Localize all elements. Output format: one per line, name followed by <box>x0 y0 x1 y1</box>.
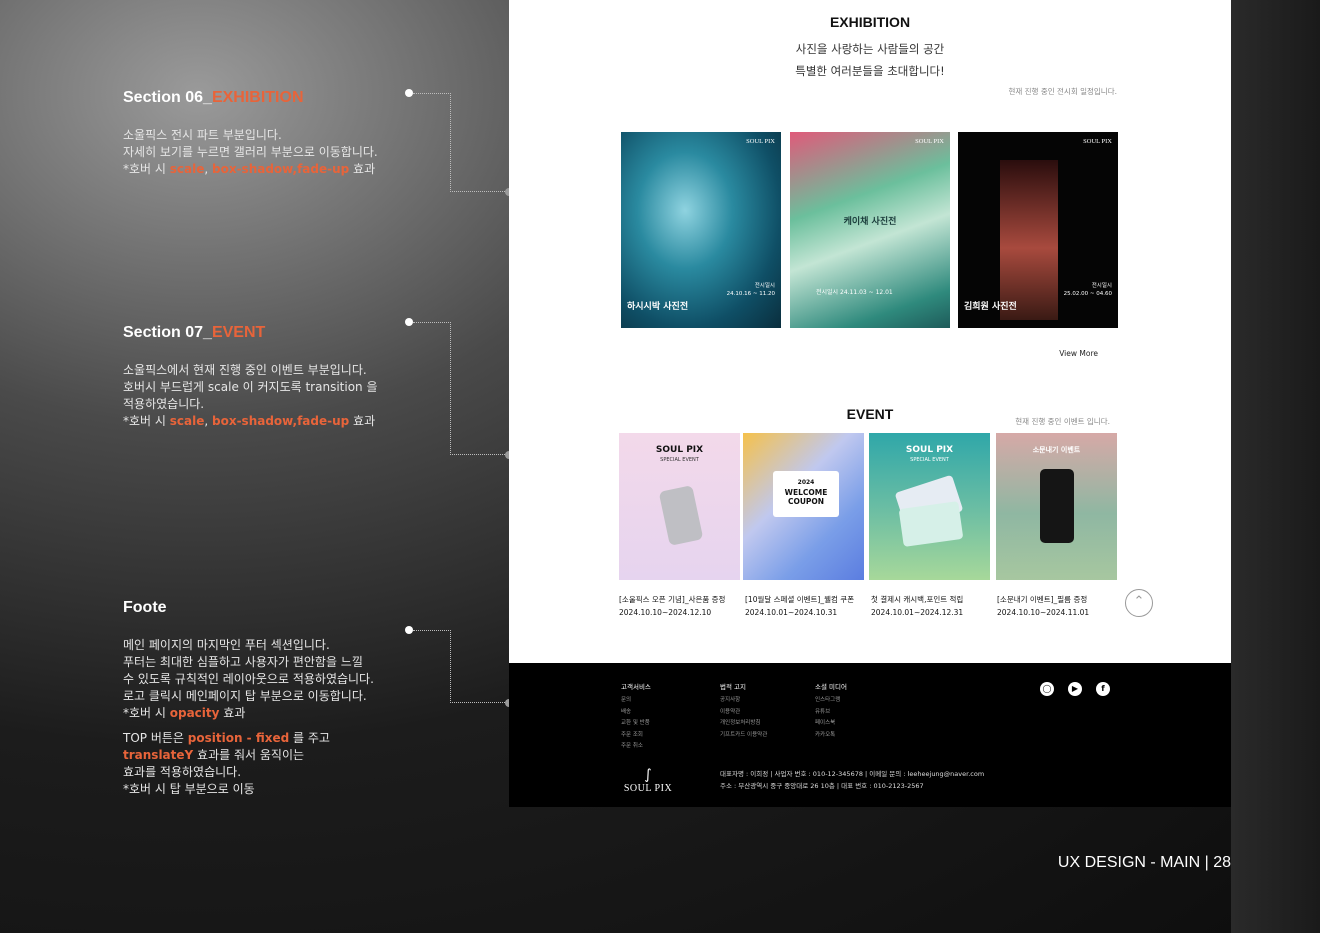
card-illustration <box>898 501 964 547</box>
exhibition-subtitle: 사진을 사랑하는 사람들의 공간 특별한 여러분들을 초대합니다! <box>795 42 945 78</box>
event-title: EVENT <box>846 406 894 422</box>
connector-line <box>450 93 509 192</box>
connector-dot <box>405 89 413 97</box>
chevron-up-icon: ⌃ <box>1133 594 1145 609</box>
right-shade <box>1231 0 1320 933</box>
connector-line <box>413 93 451 192</box>
connector-line <box>450 322 509 455</box>
footer-link[interactable]: 기프트카드 이용약관 <box>720 730 767 742</box>
poster-center-title: 케이채 사진전 <box>843 217 897 227</box>
poster-info: 전시일시 24.11.03 ~ 12.01 <box>816 289 893 296</box>
footer-link[interactable]: 공지사항 <box>720 695 767 707</box>
connector-dot <box>405 626 413 634</box>
footer-logo[interactable]: ∫ SOUL PIX <box>619 767 677 794</box>
annotation-title: Section 07_EVENT <box>123 324 266 341</box>
logo-mark-icon: ∫ <box>644 767 652 783</box>
annotation-section-07: Section 07_EVENT 소울픽스에서 현재 진행 중인 이벤트 부분입… <box>123 324 413 430</box>
poster-title: 하시시박 사진전 <box>627 302 689 312</box>
event-card[interactable]: 2024 WELCOME COUPON <box>743 433 864 580</box>
annotation-section-06: Section 06_EXHIBITION 소울픽스 전시 파트 부분입니다. … <box>123 89 413 178</box>
poster-photo <box>1000 160 1058 320</box>
event-caption[interactable]: 첫 결제시 캐시백,포인트 적립 2024.10.01~2024.12.31 <box>871 593 963 619</box>
event-caption[interactable]: [10월달 스페셜 이벤트]_웰컴 쿠폰 2024.10.01~2024.10.3… <box>745 593 854 619</box>
footer-link[interactable]: 카카오톡 <box>815 730 847 742</box>
footer-col-legal: 법적 고지 공지사항 이용약관 개인정보처리방침 기프트카드 이용약관 <box>720 681 767 741</box>
footer-link[interactable]: 주문 조회 <box>621 730 651 742</box>
event-card-illustration <box>658 485 704 546</box>
footer-link[interactable]: 배송 <box>621 707 651 719</box>
footer-link[interactable]: 인스타그램 <box>815 695 847 707</box>
exhibition-posters: SOUL PIX 전시일시 24.10.16 ~ 11.20 하시시박 사진전 S… <box>621 132 1118 328</box>
annotation-text: 소울픽스 전시 파트 부분입니다. 자세히 보기를 누르면 갤러리 부분으로 이… <box>123 128 378 176</box>
exhibition-poster[interactable]: SOUL PIX 전시일시 24.10.16 ~ 11.20 하시시박 사진전 <box>621 132 781 328</box>
annotation-title: Foote <box>123 599 167 616</box>
event-card-art-title: 소문내기 이벤트 <box>1032 446 1081 454</box>
event-card-art-title: SOUL PIX <box>905 445 954 455</box>
connector-line <box>450 630 509 703</box>
exhibition-note: 현재 진행 중인 전시회 일정입니다. <box>1008 87 1117 96</box>
connector-line <box>413 630 451 703</box>
footer-col-social: 소셜 미디어 인스타그램 유튜브 페이스북 카카오톡 <box>815 681 847 741</box>
annotation-title: Section 06_EXHIBITION <box>123 89 304 106</box>
footer-link[interactable]: 이용약관 <box>720 707 767 719</box>
website-mockup: EXHIBITION 사진을 사랑하는 사람들의 공간 특별한 여러분들을 초대… <box>509 0 1231 663</box>
poster-title: 김희원 사진전 <box>964 302 1017 312</box>
event-card[interactable]: SOUL PIX SPECIAL EVENT <box>619 433 740 580</box>
event-caption[interactable]: [소울픽스 오픈 기념]_사은품 증정 2024.10.10~2024.12.10 <box>619 593 725 619</box>
connector-line <box>413 322 451 455</box>
annotation-text-top: TOP 버튼은 position - fixed 를 주고 translateY… <box>123 731 330 796</box>
footer-link[interactable]: 개인정보처리방침 <box>720 718 767 730</box>
event-card-art-subtitle: SPECIAL EVENT <box>910 457 949 463</box>
brand-logo: SOUL PIX <box>1083 138 1112 145</box>
annotation-text: 소울픽스에서 현재 진행 중인 이벤트 부분입니다. 호버시 부드럽게 scal… <box>123 363 378 428</box>
instagram-icon[interactable]: ◯ <box>1040 682 1054 696</box>
footer-link[interactable]: 유튜브 <box>815 707 847 719</box>
footer-address: 대표자명 : 이희정 | 사업자 번호 : 010-12-345678 | 이메… <box>720 770 985 790</box>
youtube-icon[interactable]: ▶ <box>1068 682 1082 696</box>
page-label: UX DESIGN - MAIN | 28 <box>1057 854 1231 871</box>
event-note: 현재 진행 중인 이벤트 입니다. <box>1015 417 1110 426</box>
exhibition-poster[interactable]: SOUL PIX 전시일시 25.02.00 ~ 04.60 김희원 사진전 <box>958 132 1118 328</box>
connector-dot <box>405 318 413 326</box>
exhibition-poster[interactable]: SOUL PIX 케이채 사진전 전시일시 24.11.03 ~ 12.01 <box>790 132 950 328</box>
site-footer: 고객서비스 문의 배송 교환 및 반품 주문 조회 주문 취소 법적 고지 공지… <box>509 663 1231 807</box>
footer-link[interactable]: 교환 및 반품 <box>621 718 651 730</box>
footer-col-service: 고객서비스 문의 배송 교환 및 반품 주문 조회 주문 취소 <box>621 681 651 753</box>
event-card-art-subtitle: SPECIAL EVENT <box>660 457 699 463</box>
event-card-art-title: SOUL PIX <box>655 445 704 455</box>
footer-link[interactable]: 문의 <box>621 695 651 707</box>
event-card[interactable]: SOUL PIX SPECIAL EVENT <box>869 433 990 580</box>
facebook-icon[interactable]: f <box>1096 682 1110 696</box>
poster-info: 전시일시 25.02.00 ~ 04.60 <box>1063 283 1112 297</box>
footer-link[interactable]: 페이스북 <box>815 718 847 730</box>
footer-link[interactable]: 주문 취소 <box>621 741 651 753</box>
phone-illustration <box>1040 469 1074 543</box>
annotation-text: 메인 페이지의 마지막인 푸터 섹션입니다. 푸터는 최대한 심플하고 사용자가… <box>123 638 374 720</box>
brand-logo: SOUL PIX <box>915 138 944 145</box>
event-caption[interactable]: [소문내기 이벤트]_필름 증정 2024.10.10~2024.11.01 <box>997 593 1089 619</box>
exhibition-title: EXHIBITION <box>829 14 911 30</box>
annotation-footer: Foote 메인 페이지의 마지막인 푸터 섹션입니다. 푸터는 최대한 심플하… <box>123 599 413 798</box>
brand-logo: SOUL PIX <box>746 138 775 145</box>
poster-info: 전시일시 24.10.16 ~ 11.20 <box>726 283 775 297</box>
view-more-link[interactable]: View More <box>1059 349 1098 358</box>
top-button[interactable]: ⌃ <box>1125 589 1153 617</box>
coupon-box: 2024 WELCOME COUPON <box>773 471 839 517</box>
event-card[interactable]: 소문내기 이벤트 <box>996 433 1117 580</box>
